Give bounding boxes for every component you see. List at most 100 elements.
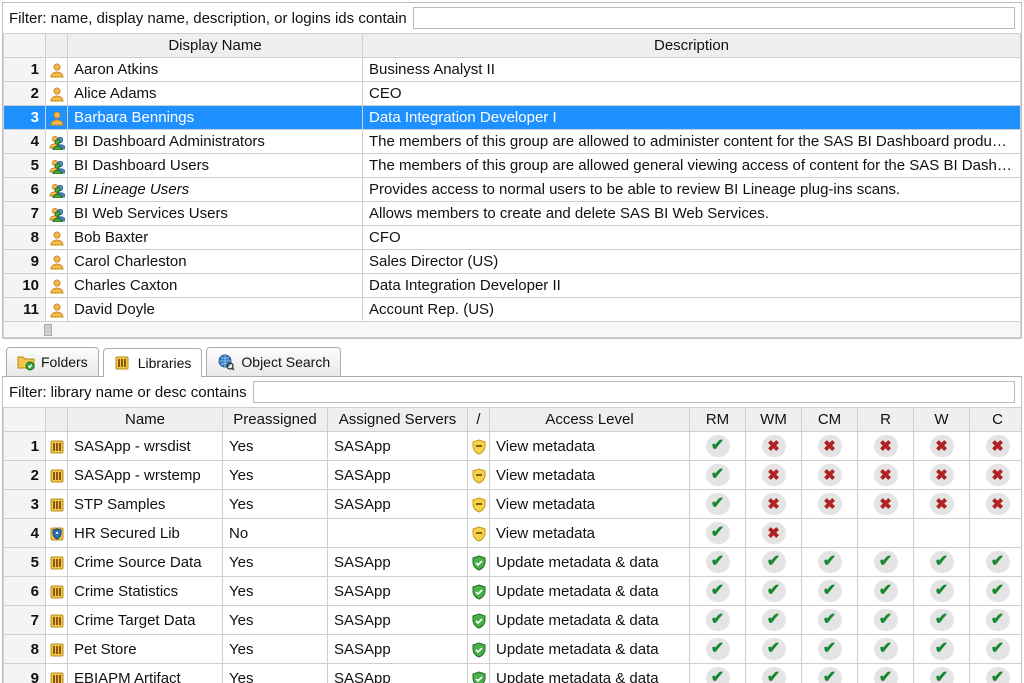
permission-granted-icon[interactable]: ✔ [762, 580, 786, 602]
table-row[interactable]: 5BI Dashboard UsersThe members of this g… [4, 154, 1021, 178]
tab-object-search[interactable]: Object Search [206, 347, 341, 376]
permission-granted-icon[interactable]: ✔ [818, 609, 842, 631]
permission-denied-icon[interactable]: ✖ [930, 435, 954, 457]
permission-denied-icon[interactable]: ✖ [986, 464, 1010, 486]
permission-denied-icon[interactable]: ✖ [762, 464, 786, 486]
permission-granted-icon[interactable]: ✔ [762, 609, 786, 631]
libraries-filter-input[interactable] [253, 381, 1015, 403]
permission-granted-icon[interactable]: ✔ [874, 667, 898, 683]
permission-granted-icon[interactable]: ✔ [930, 609, 954, 631]
col-R[interactable]: R [858, 408, 914, 432]
permission-granted-icon[interactable]: ✔ [986, 609, 1010, 631]
col-description[interactable]: Description [363, 34, 1021, 58]
permission-granted-icon[interactable]: ✔ [986, 580, 1010, 602]
permission-granted-icon[interactable]: ✔ [706, 638, 730, 660]
permission-granted-icon[interactable]: ✔ [874, 551, 898, 573]
table-row[interactable]: 4BI Dashboard AdministratorsThe members … [4, 130, 1021, 154]
permission-granted-icon[interactable]: ✔ [706, 551, 730, 573]
h-scroll-thumb[interactable] [44, 324, 52, 336]
col-name[interactable]: Name [68, 408, 223, 432]
tab-libraries[interactable]: Libraries [103, 348, 203, 377]
permission-granted-icon[interactable]: ✔ [762, 667, 786, 683]
identities-grid-wrap[interactable]: Display Name Description 1Aaron AtkinsBu… [3, 33, 1021, 338]
tab-folders[interactable]: Folders [6, 347, 99, 376]
table-row[interactable]: 6BI Lineage UsersProvides access to norm… [4, 178, 1021, 202]
col-CM[interactable]: CM [802, 408, 858, 432]
permission-granted-icon[interactable]: ✔ [986, 551, 1010, 573]
permission-denied-icon[interactable]: ✖ [874, 435, 898, 457]
col-assigned-servers[interactable]: Assigned Servers [328, 408, 468, 432]
permission-granted-icon[interactable]: ✔ [762, 638, 786, 660]
permission-denied-icon[interactable]: ✖ [986, 493, 1010, 515]
table-row[interactable]: 2Alice AdamsCEO [4, 82, 1021, 106]
corner-cell [4, 34, 46, 58]
table-row[interactable]: 9EBIAPM ArtifactYesSASAppUpdate metadata… [4, 664, 1022, 683]
permission-granted-icon[interactable]: ✔ [706, 435, 730, 457]
preassigned-cell: No [223, 519, 328, 548]
table-row[interactable]: 1Aaron AtkinsBusiness Analyst II [4, 58, 1021, 82]
perm-cell: ✔ [914, 664, 970, 683]
permission-granted-icon[interactable]: ✔ [762, 551, 786, 573]
permission-denied-icon[interactable]: ✖ [818, 464, 842, 486]
table-row[interactable]: 6Crime StatisticsYesSASAppUpdate metadat… [4, 577, 1022, 606]
table-row[interactable]: 3STP SamplesYesSASAppView metadata✔✖✖✖✖✖ [4, 490, 1022, 519]
col-preassigned[interactable]: Preassigned [223, 408, 328, 432]
permission-denied-icon[interactable]: ✖ [762, 522, 786, 544]
identities-grid[interactable]: Display Name Description 1Aaron AtkinsBu… [3, 33, 1021, 338]
libraries-grid-wrap[interactable]: Name Preassigned Assigned Servers / Acce… [3, 407, 1021, 683]
description-cell: Data Integration Developer II [363, 274, 1021, 298]
col-C[interactable]: C [970, 408, 1022, 432]
col-display-name[interactable]: Display Name [68, 34, 363, 58]
permission-granted-icon[interactable]: ✔ [706, 667, 730, 683]
table-row[interactable]: 10Charles CaxtonData Integration Develop… [4, 274, 1021, 298]
table-row[interactable]: 7Crime Target DataYesSASAppUpdate metada… [4, 606, 1022, 635]
libraries-grid[interactable]: Name Preassigned Assigned Servers / Acce… [3, 407, 1021, 683]
permission-granted-icon[interactable]: ✔ [706, 580, 730, 602]
permission-granted-icon[interactable]: ✔ [818, 638, 842, 660]
table-row[interactable]: 8Pet StoreYesSASAppUpdate metadata & dat… [4, 635, 1022, 664]
permission-granted-icon[interactable]: ✔ [986, 667, 1010, 683]
permission-granted-icon[interactable]: ✔ [818, 580, 842, 602]
table-row[interactable]: 8Bob BaxterCFO [4, 226, 1021, 250]
permission-denied-icon[interactable]: ✖ [874, 493, 898, 515]
table-row[interactable]: 9Carol CharlestonSales Director (US) [4, 250, 1021, 274]
permission-granted-icon[interactable]: ✔ [818, 551, 842, 573]
table-row[interactable]: 4HR Secured LibNoView metadata✔✖ [4, 519, 1022, 548]
table-row[interactable]: 3Barbara BenningsData Integration Develo… [4, 106, 1021, 130]
assigned-servers-cell: SASApp [328, 664, 468, 683]
col-W[interactable]: W [914, 408, 970, 432]
identities-filter-input[interactable] [413, 7, 1015, 29]
permission-granted-icon[interactable]: ✔ [874, 580, 898, 602]
permission-granted-icon[interactable]: ✔ [874, 638, 898, 660]
col-access-level[interactable]: Access Level [490, 408, 690, 432]
permission-denied-icon[interactable]: ✖ [818, 493, 842, 515]
permission-granted-icon[interactable]: ✔ [818, 667, 842, 683]
permission-denied-icon[interactable]: ✖ [930, 464, 954, 486]
permission-granted-icon[interactable]: ✔ [706, 493, 730, 515]
display-name-cell: BI Web Services Users [68, 202, 363, 226]
permission-granted-icon[interactable]: ✔ [930, 638, 954, 660]
permission-denied-icon[interactable]: ✖ [762, 435, 786, 457]
table-row[interactable]: 2SASApp - wrstempYesSASAppView metadata✔… [4, 461, 1022, 490]
table-row[interactable]: 1SASApp - wrsdistYesSASAppView metadata✔… [4, 432, 1022, 461]
h-scroll-row[interactable] [4, 322, 1021, 338]
table-row[interactable]: 7BI Web Services UsersAllows members to … [4, 202, 1021, 226]
permission-denied-icon[interactable]: ✖ [818, 435, 842, 457]
col-WM[interactable]: WM [746, 408, 802, 432]
permission-denied-icon[interactable]: ✖ [986, 435, 1010, 457]
permission-denied-icon[interactable]: ✖ [762, 493, 786, 515]
col-RM[interactable]: RM [690, 408, 746, 432]
permission-granted-icon[interactable]: ✔ [874, 609, 898, 631]
permission-granted-icon[interactable]: ✔ [930, 580, 954, 602]
permission-granted-icon[interactable]: ✔ [930, 667, 954, 683]
permission-granted-icon[interactable]: ✔ [986, 638, 1010, 660]
permission-granted-icon[interactable]: ✔ [930, 551, 954, 573]
col-shield[interactable]: / [468, 408, 490, 432]
table-row[interactable]: 11David DoyleAccount Rep. (US) [4, 298, 1021, 322]
permission-granted-icon[interactable]: ✔ [706, 464, 730, 486]
permission-denied-icon[interactable]: ✖ [930, 493, 954, 515]
permission-denied-icon[interactable]: ✖ [874, 464, 898, 486]
permission-granted-icon[interactable]: ✔ [706, 609, 730, 631]
permission-granted-icon[interactable]: ✔ [706, 522, 730, 544]
table-row[interactable]: 5Crime Source DataYesSASAppUpdate metada… [4, 548, 1022, 577]
